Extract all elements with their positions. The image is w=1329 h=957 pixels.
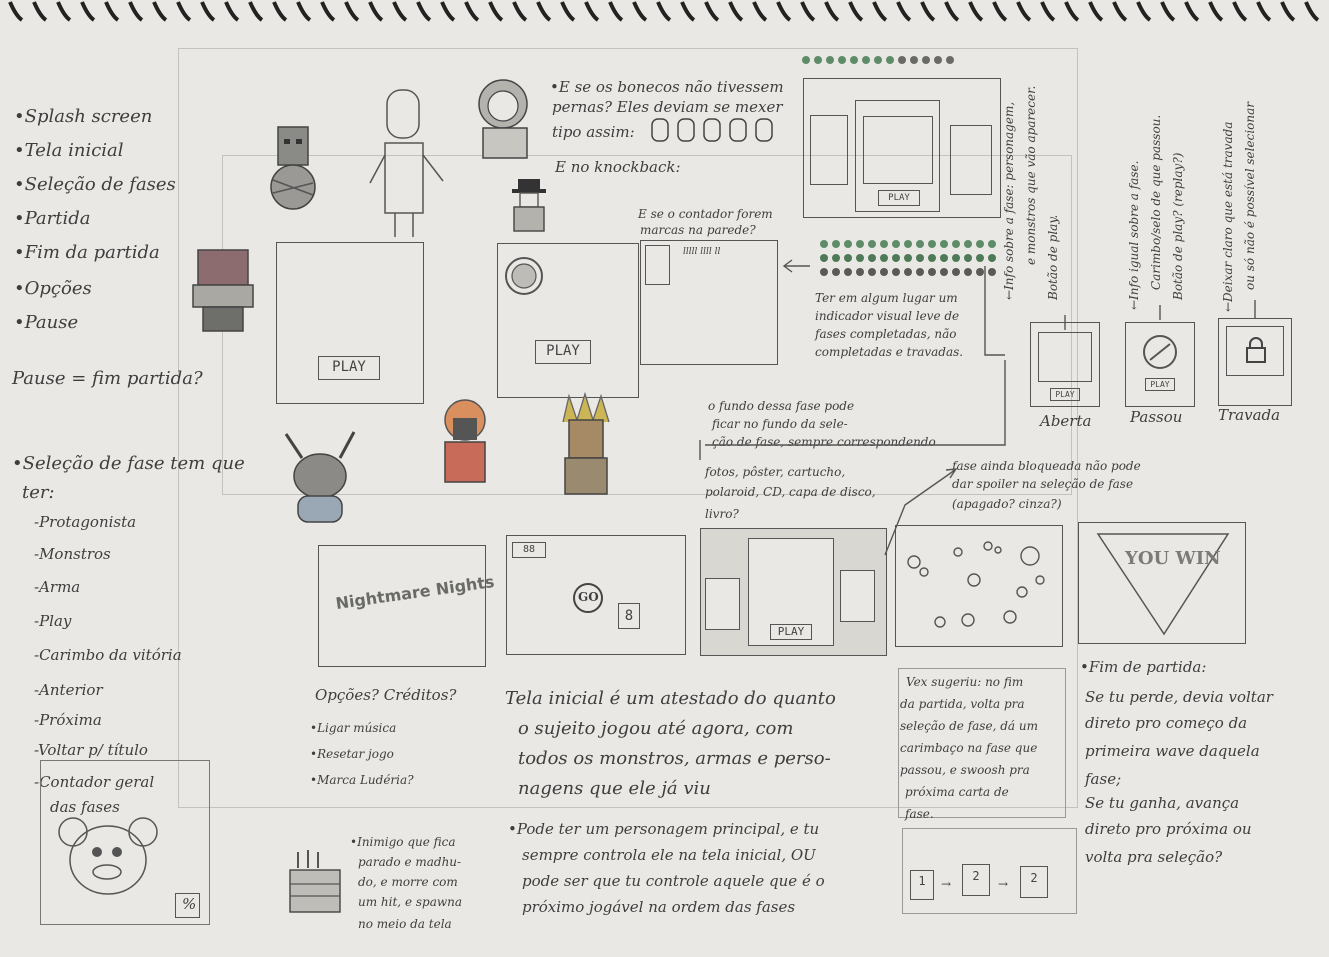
mini-arrow: → bbox=[998, 877, 1009, 891]
enemy-note-line: no meio da tela bbox=[358, 917, 452, 931]
character-note-line: próximo jogável na ordem das fases bbox=[522, 898, 796, 916]
vex-note-line: carimbaço na fase que bbox=[900, 741, 1038, 755]
page: •Splash screen •Tela inicial •Seleção de… bbox=[0, 0, 1329, 957]
vex-note-line: Vex sugeriu: no fim bbox=[906, 675, 1024, 689]
options-note-line: •Resetar jogo bbox=[310, 747, 394, 761]
flow-arrows bbox=[699, 259, 1256, 556]
end-note-line: Se tu ganha, avança bbox=[1085, 794, 1240, 812]
title-screen-note-line: todos os monstros, armas e perso- bbox=[518, 748, 831, 769]
title-screen-note-line: Tela inicial é um atestado do quanto bbox=[505, 688, 836, 709]
enemy-note-line: do, e morre com bbox=[358, 875, 458, 889]
vex-note-line: passou, e swoosh pra bbox=[900, 763, 1030, 777]
vex-note-line: seleção de fase, dá um bbox=[900, 719, 1038, 733]
title-screen-note-line: o sujeito jogou até agora, com bbox=[518, 718, 794, 739]
character-note-line: •Pode ter um personagem principal, e tu bbox=[508, 820, 820, 838]
mini-card: 2 bbox=[1020, 866, 1048, 898]
mini-card: 1 bbox=[910, 870, 934, 900]
end-note-line: direto pro próxima ou bbox=[1085, 820, 1252, 838]
options-note-title: Opções? Créditos? bbox=[315, 686, 457, 704]
sketchbook-page: •Splash screen •Tela inicial •Seleção de… bbox=[0, 0, 1329, 957]
enemy-note-line: um hit, e spawna bbox=[358, 895, 463, 909]
mini-arrow: → bbox=[941, 877, 952, 891]
end-note-line: Se tu perde, devia voltar bbox=[1085, 688, 1273, 706]
end-note-line: direto pro começo da bbox=[1085, 714, 1248, 732]
title-screen-note-line: nagens que ele já viu bbox=[518, 778, 711, 799]
end-note-line: •Fim de partida: bbox=[1080, 658, 1207, 676]
vex-note-line: da partida, volta pra bbox=[900, 697, 1025, 711]
vex-note-line: fase. bbox=[905, 807, 934, 821]
end-note-line: volta pra seleção? bbox=[1085, 848, 1223, 866]
end-note-line: primeira wave daquela bbox=[1085, 742, 1260, 760]
mini-card: 2 bbox=[962, 864, 990, 896]
options-note-line: •Marca Ludéria? bbox=[310, 773, 414, 787]
character-note-line: sempre controla ele na tela inicial, OU bbox=[522, 846, 816, 864]
vex-note-line: próxima carta de bbox=[905, 785, 1009, 799]
enemy-note-line: parado e madhu- bbox=[358, 855, 462, 869]
static-enemy-sketch bbox=[289, 850, 341, 913]
options-note-line: •Ligar música bbox=[310, 721, 397, 735]
enemy-note-line: •Inimigo que fica bbox=[350, 835, 456, 849]
character-note-line: pode ser que tu controle aquele que é o bbox=[522, 872, 825, 890]
end-note-line: fase; bbox=[1085, 770, 1122, 788]
